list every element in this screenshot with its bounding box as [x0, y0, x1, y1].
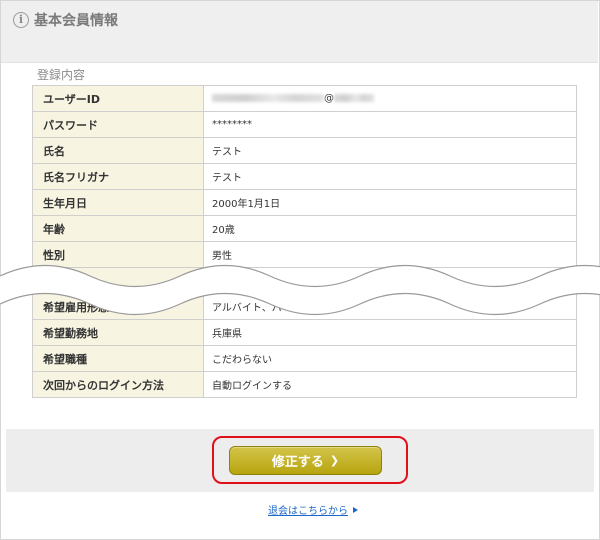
- row-key: 希望雇用形態: [32, 293, 204, 320]
- row-value: [203, 267, 577, 294]
- masked-user-domain: [334, 94, 374, 102]
- row-value: こだわらない: [203, 345, 577, 372]
- table-row: ユーザーID @: [32, 85, 577, 112]
- row-key: 次回からのログイン方法: [32, 371, 204, 398]
- table-row: パスワード ********: [32, 111, 577, 138]
- row-key: 住所: [32, 267, 204, 294]
- row-value: 男性: [203, 241, 577, 268]
- page-header: i 基本会員情報: [1, 1, 598, 63]
- table-row: 住所: [32, 267, 577, 294]
- row-key: パスワード: [32, 111, 204, 138]
- row-key: 希望職種: [32, 345, 204, 372]
- row-value: 20歳: [203, 215, 577, 242]
- row-key: 氏名: [32, 137, 204, 164]
- row-value: 2000年1月1日: [203, 189, 577, 216]
- row-key: 生年月日: [32, 189, 204, 216]
- row-value: 兵庫県: [203, 319, 577, 346]
- chevron-right-icon: ❯: [329, 454, 340, 467]
- row-key: 氏名フリガナ: [32, 163, 204, 190]
- member-info-table: ユーザーID @ パスワード ******** 氏名 テスト 氏名フリガナ テス…: [32, 85, 577, 398]
- edit-button[interactable]: 修正する ❯: [229, 446, 382, 475]
- withdraw-link-label: 退会はこちらから: [268, 506, 348, 517]
- row-value: 自動ログインする: [203, 371, 577, 398]
- row-value: テスト: [203, 137, 577, 164]
- table-row: 氏名 テスト: [32, 137, 577, 164]
- table-row: 希望職種 こだわらない: [32, 345, 577, 372]
- table-row: 氏名フリガナ テスト: [32, 163, 577, 190]
- row-value: ********: [203, 111, 577, 138]
- row-key: 年齢: [32, 215, 204, 242]
- edit-button-label: 修正する: [271, 455, 324, 470]
- masked-user-id: [212, 94, 324, 102]
- info-icon: i: [13, 12, 29, 28]
- section-label: 登録内容: [37, 68, 86, 82]
- row-key: ユーザーID: [32, 85, 204, 112]
- table-row: 性別 男性: [32, 241, 577, 268]
- row-value: アルバイト、パート: [203, 293, 577, 320]
- row-key: 性別: [32, 241, 204, 268]
- triangle-right-icon: [353, 506, 358, 513]
- table-row: 希望雇用形態 アルバイト、パート: [32, 293, 577, 320]
- row-value: テスト: [203, 163, 577, 190]
- withdraw-link[interactable]: 退会はこちらから: [268, 502, 358, 517]
- user-id-at: @: [324, 93, 334, 104]
- table-row: 生年月日 2000年1月1日: [32, 189, 577, 216]
- row-key: 希望勤務地: [32, 319, 204, 346]
- page-title: 基本会員情報: [34, 13, 118, 29]
- table-row: 次回からのログイン方法 自動ログインする: [32, 371, 577, 398]
- table-row: 希望勤務地 兵庫県: [32, 319, 577, 346]
- table-row: 年齢 20歳: [32, 215, 577, 242]
- row-value: @: [203, 85, 577, 112]
